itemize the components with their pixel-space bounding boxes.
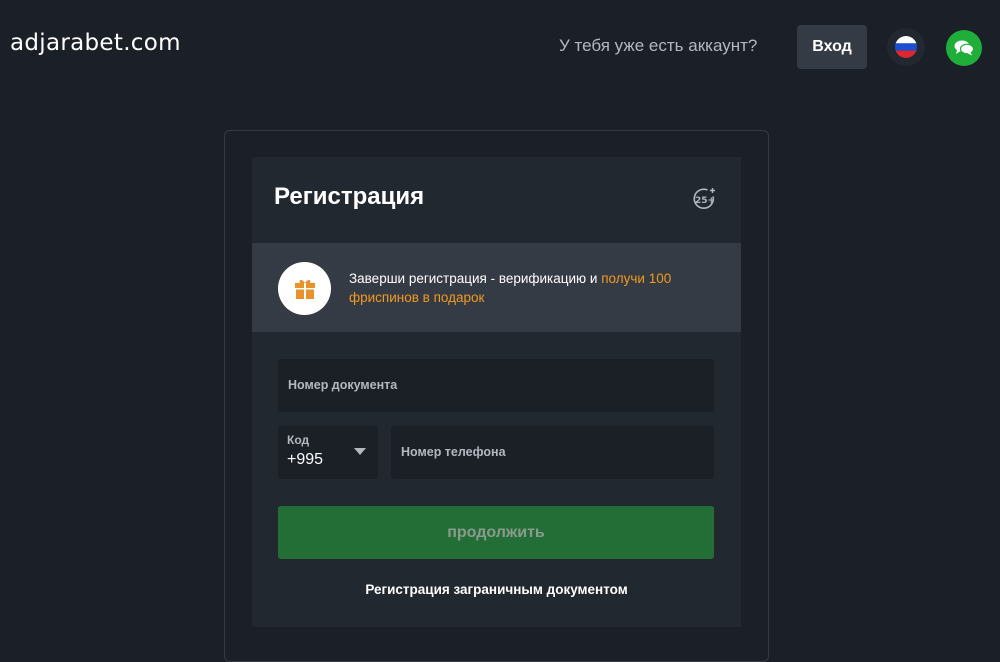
chevron-down-icon xyxy=(354,448,366,455)
logo[interactable]: adjarabet.com xyxy=(10,30,181,56)
login-button[interactable]: Вход xyxy=(797,25,867,69)
gift-badge xyxy=(278,262,331,315)
age-25-plus-icon: 25+ xyxy=(693,188,715,210)
phone-number-label: Номер телефона xyxy=(401,445,506,459)
country-code-label: Код xyxy=(287,433,310,447)
promo-text-main: Заверши регистрация - верификацию и xyxy=(349,271,602,286)
document-number-field[interactable]: Номер документа xyxy=(278,359,714,412)
country-code-select[interactable]: Код +995 xyxy=(278,426,378,479)
document-number-label: Номер документа xyxy=(288,378,398,392)
continue-button[interactable]: продолжить xyxy=(278,506,714,559)
chat-icon xyxy=(954,40,974,56)
age-badge-text: 25+ xyxy=(695,196,715,206)
promo-banner: Заверши регистрация - верификацию и полу… xyxy=(252,243,741,332)
language-button[interactable] xyxy=(887,28,925,66)
registration-card: Регистрация 25+ Заверши регистрация - ве… xyxy=(252,157,741,627)
country-code-value: +995 xyxy=(287,451,324,468)
phone-number-field[interactable]: Номер телефона xyxy=(391,426,714,479)
foreign-document-registration-link[interactable]: Регистрация заграничным документом xyxy=(252,582,741,597)
registration-title: Регистрация xyxy=(274,183,425,210)
promo-text: Заверши регистрация - верификацию и полу… xyxy=(349,269,724,307)
have-account-text: У тебя уже есть аккаунт? xyxy=(559,36,758,55)
gift-icon xyxy=(294,279,315,299)
header: adjarabet.com У тебя уже есть аккаунт? В… xyxy=(0,0,1000,92)
russia-flag-icon xyxy=(895,36,917,58)
chat-button[interactable] xyxy=(946,30,982,66)
